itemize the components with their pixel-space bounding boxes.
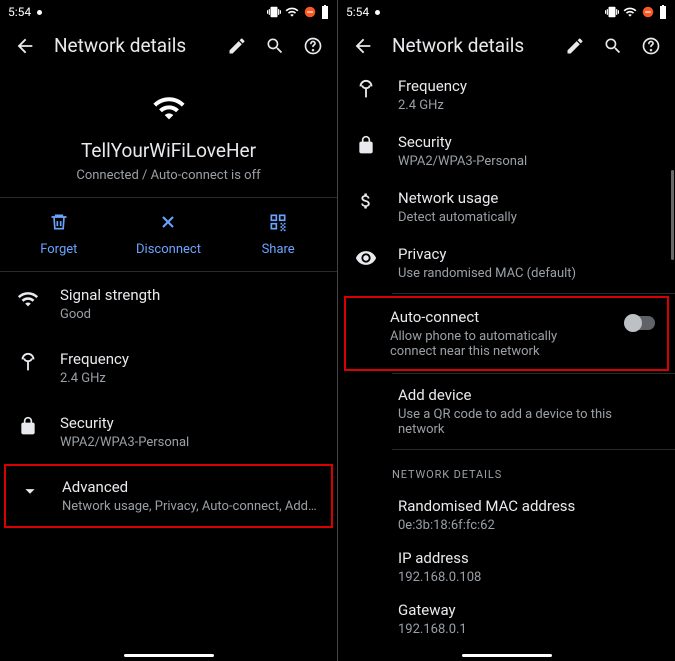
- notification-dot-icon: [37, 10, 42, 15]
- frequency-item[interactable]: Frequency 2.4 GHz: [0, 336, 337, 400]
- adddevice-sub: Use a QR code to add a device to this ne…: [398, 407, 659, 437]
- network-status: Connected / Auto-connect is off: [16, 168, 321, 183]
- adddevice-title: Add device: [398, 386, 659, 404]
- security-title: Security: [398, 133, 659, 151]
- eye-icon: [354, 247, 378, 269]
- share-label: Share: [262, 242, 295, 257]
- forget-label: Forget: [40, 242, 77, 257]
- privacy-sub: Use randomised MAC (default): [398, 266, 659, 281]
- signal-sub: Good: [60, 307, 321, 322]
- security-sub: WPA2/WPA3-Personal: [60, 435, 321, 450]
- statusbar: 5:54: [0, 0, 337, 24]
- edit-icon[interactable]: [227, 36, 247, 56]
- security-item[interactable]: Security WPA2/WPA3-Personal: [338, 123, 675, 179]
- advanced-item[interactable]: Advanced Network usage, Privacy, Auto-co…: [6, 466, 331, 526]
- highlight-autoconnect: Auto-connect Allow phone to automaticall…: [344, 296, 669, 371]
- back-icon[interactable]: [14, 35, 36, 57]
- dnd-icon: [303, 5, 317, 19]
- forget-button[interactable]: Forget: [19, 212, 99, 257]
- lock-icon: [354, 135, 378, 155]
- highlight-advanced: Advanced Network usage, Privacy, Auto-co…: [4, 464, 333, 528]
- frequency-sub: 2.4 GHz: [398, 98, 659, 113]
- dnd-icon: [641, 5, 655, 19]
- disconnect-button[interactable]: Disconnect: [128, 212, 208, 257]
- screen-right: 5:54 Network details Frequency 2.4 GHz S…: [338, 0, 675, 661]
- ip-title: IP address: [398, 549, 659, 567]
- search-icon[interactable]: [265, 36, 285, 56]
- usage-title: Network usage: [398, 189, 659, 207]
- lock-icon: [16, 416, 40, 436]
- privacy-item[interactable]: Privacy Use randomised MAC (default): [338, 235, 675, 293]
- usage-sub: Detect automatically: [398, 210, 659, 225]
- wifi-status-icon: [285, 5, 299, 19]
- network-usage-item[interactable]: Network usage Detect automatically: [338, 179, 675, 235]
- frequency-title: Frequency: [60, 350, 321, 368]
- battery-icon: [321, 5, 329, 19]
- statusbar: 5:54: [338, 0, 675, 24]
- security-item[interactable]: Security WPA2/WPA3-Personal: [0, 400, 337, 464]
- chevron-down-icon: [18, 480, 42, 502]
- vibrate-icon: [605, 5, 619, 19]
- search-icon[interactable]: [603, 36, 623, 56]
- page-title: Network details: [392, 34, 547, 57]
- gesture-pill[interactable]: [462, 654, 552, 657]
- network-hero: TellYourWiFiLoveHer Connected / Auto-con…: [0, 71, 337, 197]
- page-title: Network details: [54, 34, 209, 57]
- frequency-title: Frequency: [398, 77, 659, 95]
- frequency-item[interactable]: Frequency 2.4 GHz: [338, 71, 675, 123]
- gateway-sub: 192.168.0.1: [398, 622, 659, 637]
- auto-connect-item[interactable]: Auto-connect Allow phone to automaticall…: [346, 298, 667, 369]
- advanced-title: Advanced: [62, 478, 319, 496]
- edit-icon[interactable]: [565, 36, 585, 56]
- disconnect-label: Disconnect: [136, 242, 201, 257]
- close-icon: [158, 212, 178, 236]
- privacy-title: Privacy: [398, 245, 659, 263]
- frequency-icon: [354, 79, 378, 101]
- scrollbar[interactable]: [671, 170, 674, 260]
- dollar-icon: [354, 191, 378, 211]
- notification-dot-icon: [375, 10, 380, 15]
- security-title: Security: [60, 414, 321, 432]
- signal-title: Signal strength: [60, 286, 321, 304]
- advanced-sub: Network usage, Privacy, Auto-connect, Ad…: [62, 499, 319, 514]
- gesture-pill[interactable]: [124, 654, 214, 657]
- gateway-title: Gateway: [398, 601, 659, 619]
- frequency-sub: 2.4 GHz: [60, 371, 321, 386]
- add-device-item[interactable]: Add device Use a QR code to add a device…: [338, 374, 675, 449]
- status-time: 5:54: [8, 5, 31, 19]
- ip-item[interactable]: IP address 192.168.0.108: [338, 541, 675, 593]
- wifi-icon: [16, 288, 40, 310]
- battery-icon: [659, 5, 667, 19]
- wifi-hero-icon: [152, 91, 186, 125]
- mac-sub: 0e:3b:18:6f:fc:62: [398, 518, 659, 533]
- share-button[interactable]: Share: [238, 212, 318, 257]
- status-time: 5:54: [346, 5, 369, 19]
- autoconnect-title: Auto-connect: [390, 308, 605, 326]
- action-row: Forget Disconnect Share: [0, 198, 337, 271]
- trash-icon: [49, 212, 69, 236]
- divider: [392, 293, 675, 294]
- wifi-status-icon: [623, 5, 637, 19]
- signal-strength-item[interactable]: Signal strength Good: [0, 272, 337, 336]
- qr-icon: [268, 212, 288, 236]
- appbar: Network details: [338, 24, 675, 71]
- back-icon[interactable]: [352, 35, 374, 57]
- autoconnect-sub: Allow phone to automatically connect nea…: [390, 329, 605, 359]
- screen-left: 5:54 Network details TellYourWiFiLoveHer…: [0, 0, 337, 661]
- mac-title: Randomised MAC address: [398, 497, 659, 515]
- help-icon[interactable]: [303, 36, 323, 56]
- vibrate-icon: [267, 5, 281, 19]
- mac-item[interactable]: Randomised MAC address 0e:3b:18:6f:fc:62: [338, 489, 675, 541]
- network-name: TellYourWiFiLoveHer: [16, 139, 321, 162]
- security-sub: WPA2/WPA3-Personal: [398, 154, 659, 169]
- help-icon[interactable]: [641, 36, 661, 56]
- frequency-icon: [16, 352, 40, 374]
- ip-sub: 192.168.0.108: [398, 570, 659, 585]
- section-header: NETWORK DETAILS: [338, 450, 675, 489]
- appbar: Network details: [0, 24, 337, 71]
- autoconnect-toggle[interactable]: [625, 316, 655, 330]
- gateway-item[interactable]: Gateway 192.168.0.1: [338, 593, 675, 641]
